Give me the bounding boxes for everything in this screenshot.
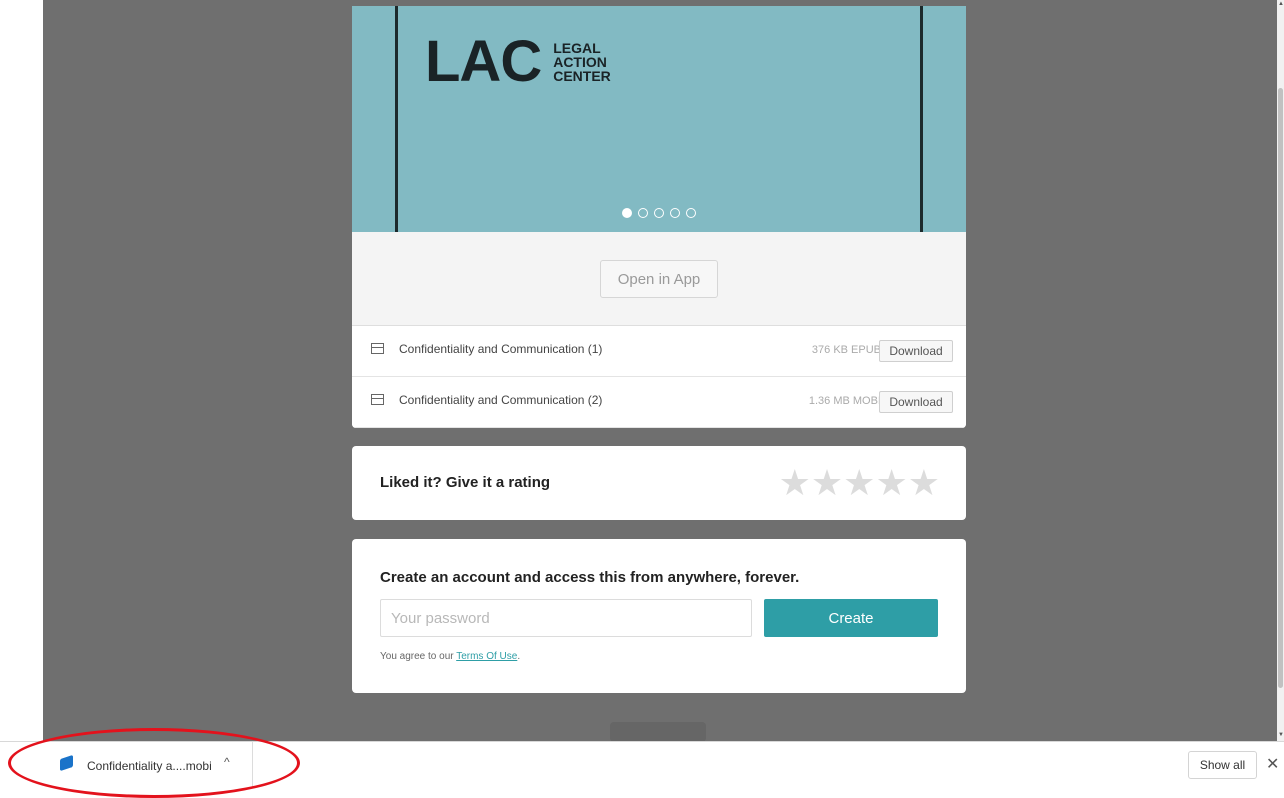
scroll-thumb[interactable] (1278, 88, 1283, 688)
logo-mark: LAC (425, 29, 542, 94)
page-viewport: LAC LEGAL ACTION CENTER Open in App Conf… (43, 0, 1277, 741)
carousel-dot-5[interactable] (686, 208, 696, 218)
logo-line: LEGAL (553, 40, 601, 56)
rating-title: Liked it? Give it a rating (380, 474, 551, 491)
scroll-down-arrow[interactable]: ▼ (1278, 732, 1284, 738)
logo-line: ACTION (553, 54, 607, 70)
carousel-dot-3[interactable] (654, 208, 664, 218)
logo-text: LEGAL ACTION CENTER (553, 41, 611, 83)
left-margin (0, 0, 43, 741)
carousel-dot-1[interactable] (622, 208, 632, 218)
scroll-up-arrow[interactable]: ▲ (1278, 1, 1284, 7)
cover-edge-right (920, 6, 923, 232)
file-size: 1.36 MB MOBI (808, 395, 881, 407)
show-all-button[interactable]: Show all (1188, 751, 1257, 779)
create-button[interactable]: Create (764, 599, 938, 637)
terms-prefix: You agree to our (380, 651, 457, 662)
book-file-icon (371, 394, 384, 405)
cover-edge-left (395, 6, 398, 232)
file-size: 376 KB EPUB (811, 344, 881, 356)
book-file-icon (371, 343, 384, 354)
star-icon-2[interactable]: ★ (811, 465, 843, 501)
file-row: Confidentiality and Communication (2) 1.… (352, 377, 966, 428)
file-name: Confidentiality and Communication (2) (399, 393, 603, 407)
open-in-app-button[interactable]: Open in App (600, 260, 718, 298)
lac-logo: LAC LEGAL ACTION CENTER (425, 29, 611, 94)
file-row: Confidentiality and Communication (1) 37… (352, 326, 966, 377)
star-icon-1[interactable]: ★ (779, 465, 811, 501)
carousel-dot-2[interactable] (638, 208, 648, 218)
logo-line: CENTER (553, 68, 611, 84)
carousel-dots (352, 205, 966, 223)
download-button[interactable]: Download (879, 391, 953, 413)
password-input[interactable] (380, 599, 752, 637)
terms-notice: You agree to our Terms Of Use. (380, 651, 520, 662)
terms-suffix: . (517, 651, 521, 662)
download-bar: Confidentiality a....mobi ^ Show all ✕ (0, 728, 1284, 798)
terms-of-use-link[interactable]: Terms Of Use (456, 651, 517, 662)
star-icon-5[interactable]: ★ (908, 465, 940, 501)
red-annotation-ellipse (8, 728, 300, 798)
carousel-dot-4[interactable] (670, 208, 680, 218)
file-name: Confidentiality and Communication (1) (399, 342, 603, 356)
rating-card: Liked it? Give it a rating ★ ★ ★ ★ ★ (352, 446, 966, 520)
download-button[interactable]: Download (879, 340, 953, 362)
files-card: Open in App Confidentiality and Communic… (352, 232, 966, 428)
star-icon-3[interactable]: ★ (843, 465, 875, 501)
close-icon[interactable]: ✕ (1266, 754, 1279, 774)
star-rating: ★ ★ ★ ★ ★ (779, 465, 940, 501)
book-cover-carousel[interactable]: LAC LEGAL ACTION CENTER (352, 6, 966, 232)
open-in-app-area: Open in App (352, 232, 966, 326)
star-icon-4[interactable]: ★ (875, 465, 907, 501)
account-title: Create an account and access this from a… (380, 569, 800, 586)
scrollbar[interactable]: ▲ ▼ (1277, 0, 1284, 741)
create-account-card: Create an account and access this from a… (352, 539, 966, 693)
hidden-element-peek (610, 722, 706, 741)
